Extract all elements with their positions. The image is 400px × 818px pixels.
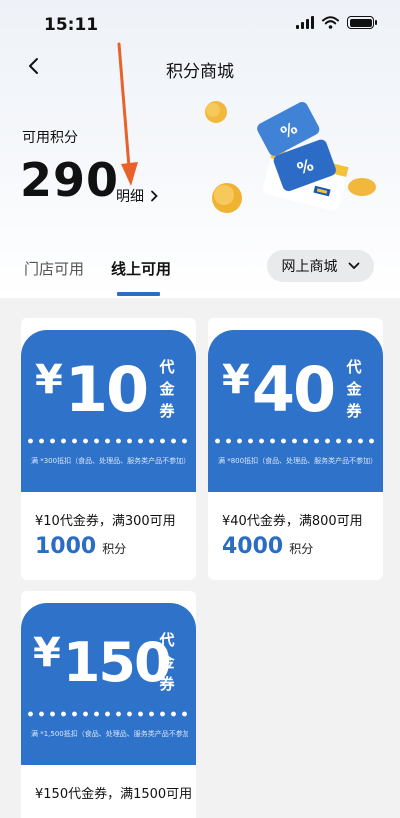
coupon-kind: 代金券 <box>346 358 362 420</box>
coupon-terms: 满 *1,500抵扣（食品、处理品、服务类产品不参加） <box>31 730 188 738</box>
coupon-currency: ¥ <box>33 630 61 676</box>
coupon-value: 10 <box>64 353 149 426</box>
wifi-icon <box>322 16 339 29</box>
coupon-currency: ¥ <box>35 357 63 403</box>
coupon-amount: ¥ 40 <box>222 352 336 428</box>
tab-online-available[interactable]: 线上可用 <box>111 258 171 279</box>
channel-filter-dropdown[interactable]: 网上商城 <box>267 250 374 282</box>
coupon-kind: 代金券 <box>159 631 175 693</box>
active-tab-indicator <box>117 292 160 296</box>
coupon-points-unit: 积分 <box>289 542 314 556</box>
tab-bar: 门店可用 线上可用 网上商城 <box>0 240 400 298</box>
coupon-grid: ¥ 10 代金券 满 *300抵扣（食品、处理品、服务类产品不参加） ¥10代金… <box>0 298 400 818</box>
page-title: 积分商城 <box>166 62 234 82</box>
coupon-points-unit: 积分 <box>102 542 127 556</box>
coupon-face: ¥ 10 代金券 满 *300抵扣（食品、处理品、服务类产品不参加） <box>21 330 196 492</box>
coupon-amount: ¥ 150 <box>33 625 172 701</box>
coupon-card[interactable]: ¥ 40 代金券 满 *800抵扣（食品、处理品、服务类产品不参加） ¥40代金… <box>208 318 383 580</box>
coupon-value: 40 <box>251 353 336 426</box>
coupon-price: 1000 积分 <box>35 534 126 559</box>
status-time: 15:11 <box>44 15 99 35</box>
filter-label: 网上商城 <box>281 259 338 275</box>
coupon-terms: 满 *800抵扣（食品、处理品、服务类产品不参加） <box>218 457 375 465</box>
annotation-arrow <box>117 42 138 186</box>
coupon-perforation <box>212 438 379 444</box>
coupon-amount: ¥ 10 <box>35 352 149 428</box>
chevron-right-icon <box>151 190 158 202</box>
coupon-card[interactable]: ¥ 150 代金券 满 *1,500抵扣（食品、处理品、服务类产品不参加） ¥1… <box>21 591 196 818</box>
coupon-card[interactable]: ¥ 10 代金券 满 *300抵扣（食品、处理品、服务类产品不参加） ¥10代金… <box>21 318 196 580</box>
coupon-price: 4000 积分 <box>222 534 313 559</box>
coupon-face: ¥ 150 代金券 满 *1,500抵扣（食品、处理品、服务类产品不参加） <box>21 603 196 765</box>
coupon-value: 150 <box>62 631 172 694</box>
coupon-name: ¥10代金券，满300可用 <box>35 514 176 529</box>
coupon-currency: ¥ <box>222 357 250 403</box>
coupon-perforation <box>25 711 192 717</box>
coupon-name: ¥150代金券，满1500可用 <box>35 787 193 802</box>
status-bar: 15:11 <box>0 0 400 48</box>
chevron-down-icon <box>348 262 359 270</box>
tab-store-available[interactable]: 门店可用 <box>24 258 84 279</box>
coupon-kind: 代金券 <box>159 358 175 420</box>
coupon-illustration: % % <box>205 101 376 213</box>
coupon-face: ¥ 40 代金券 满 *800抵扣（食品、处理品、服务类产品不参加） <box>208 330 383 492</box>
points-label: 可用积分 <box>22 130 78 146</box>
coupon-points: 1000 <box>35 534 97 559</box>
battery-icon <box>347 16 377 29</box>
coupon-name: ¥40代金券，满800可用 <box>222 514 363 529</box>
status-icons <box>296 16 377 29</box>
coupon-terms: 满 *300抵扣（食品、处理品、服务类产品不参加） <box>31 457 188 465</box>
coupon-points: 4000 <box>222 534 284 559</box>
signal-icon <box>296 16 314 29</box>
coupon-perforation <box>25 438 192 444</box>
